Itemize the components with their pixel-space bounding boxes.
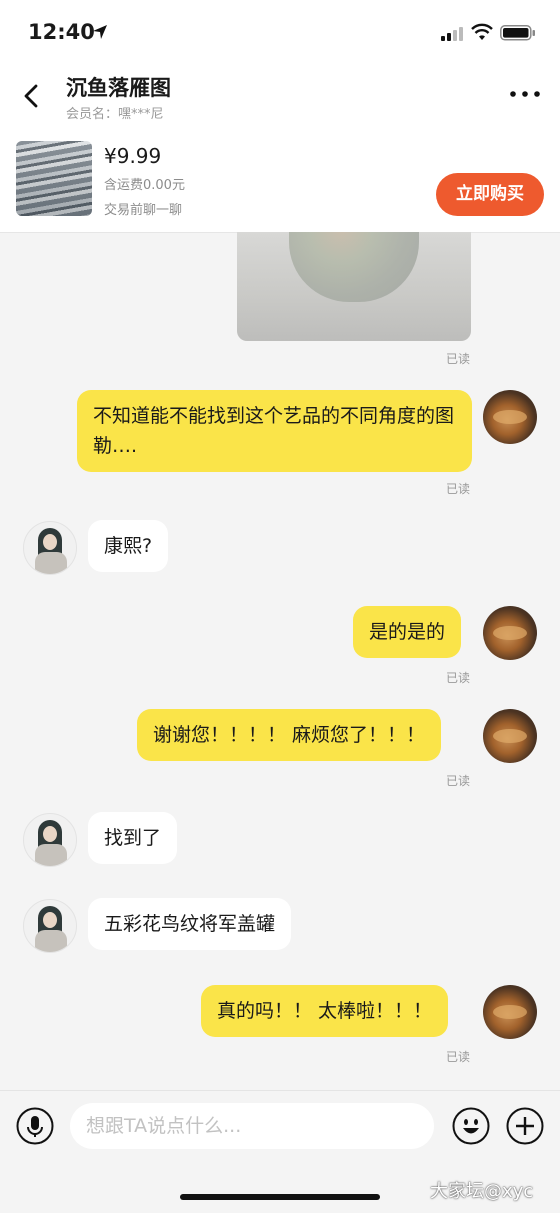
message-bubble-sent[interactable]: 真的吗！！ 太棒啦！！！ (201, 985, 449, 1037)
read-receipt: 已读 (446, 671, 471, 685)
read-receipt: 已读 (446, 774, 471, 788)
mic-icon[interactable] (16, 1107, 54, 1145)
status-bar: 12:40 (0, 0, 560, 62)
message-bubble-received[interactable]: 五彩花鸟纹将军盖罐 (88, 898, 292, 950)
image-message[interactable] (237, 232, 471, 341)
input-bar: 想跟TA说点什么... 大家坛@xyc (0, 1090, 560, 1213)
shipping-info: 含运费0.00元 (104, 178, 185, 193)
product-price: ¥9.99 (104, 144, 162, 168)
avatar-seller[interactable] (23, 521, 77, 575)
home-indicator[interactable] (180, 1194, 380, 1200)
message-bubble-sent[interactable]: 是的是的 (353, 606, 462, 658)
avatar-self[interactable] (483, 985, 537, 1039)
plus-icon[interactable] (506, 1107, 544, 1145)
watermark: 大家坛@xyc (430, 1181, 534, 1202)
message-bubble-sent[interactable]: 不知道能不能找到这个艺品的不同角度的图勒…. (77, 390, 472, 472)
message-bubble-sent[interactable]: 谢谢您！！！！ 麻烦您了！！！ (137, 709, 442, 761)
read-receipt: 已读 (446, 482, 471, 496)
read-receipt: 已读 (446, 352, 471, 366)
more-icon[interactable] (508, 88, 542, 100)
chat-header: 沉鱼落雁图 会员名：嘿***尼 (0, 62, 560, 130)
back-icon[interactable] (18, 82, 46, 110)
member-name: 会员名：嘿***尼 (66, 107, 164, 122)
avatar-self[interactable] (483, 606, 537, 660)
avatar-seller[interactable] (23, 813, 77, 867)
message-bubble-received[interactable]: 康熙? (88, 520, 169, 572)
buy-now-button[interactable]: 立即购买 (436, 173, 544, 216)
avatar-self[interactable] (483, 390, 537, 444)
location-arrow-icon (93, 25, 107, 39)
wifi-icon (471, 23, 493, 40)
chat-title: 沉鱼落雁图 (66, 76, 171, 100)
read-receipt: 已读 (446, 1050, 471, 1064)
signal-icon (441, 27, 463, 41)
avatar-self[interactable] (483, 709, 537, 763)
product-card[interactable]: ¥9.99 含运费0.00元 交易前聊一聊 立即购买 (0, 130, 560, 233)
product-thumbnail[interactable] (16, 141, 92, 216)
vase-photo (289, 232, 419, 302)
avatar-seller[interactable] (23, 899, 77, 953)
status-time: 12:40 (28, 20, 95, 44)
message-bubble-received[interactable]: 找到了 (88, 812, 178, 864)
battery-icon (500, 25, 535, 41)
message-input[interactable]: 想跟TA说点什么... (70, 1103, 434, 1149)
chat-note: 交易前聊一聊 (104, 203, 183, 218)
emoji-icon[interactable] (452, 1107, 490, 1145)
